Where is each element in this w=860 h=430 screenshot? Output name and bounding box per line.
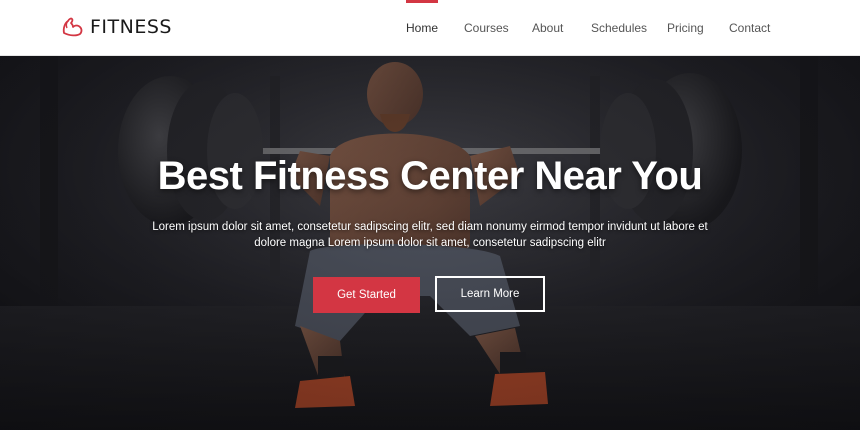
learn-more-button[interactable]: Learn More <box>435 276 545 312</box>
nav-item-contact[interactable]: Contact <box>729 0 770 56</box>
nav-item-courses[interactable]: Courses <box>464 0 509 56</box>
get-started-button[interactable]: Get Started <box>313 277 420 313</box>
hero-title: Best Fitness Center Near You <box>157 154 703 198</box>
hero-content: Best Fitness Center Near You Lorem ipsum… <box>0 56 860 430</box>
hero-section: Best Fitness Center Near You Lorem ipsum… <box>0 56 860 430</box>
brand-name: FITNESS <box>90 16 172 38</box>
nav-item-pricing[interactable]: Pricing <box>667 0 704 56</box>
nav-item-about[interactable]: About <box>532 0 563 56</box>
hero-subtitle: Lorem ipsum dolor sit amet, consetetur s… <box>152 221 708 249</box>
flexed-arm-icon <box>60 14 86 40</box>
nav-item-home[interactable]: Home <box>406 0 439 56</box>
brand-logo-link[interactable]: FITNESS <box>60 14 172 40</box>
nav-item-schedules[interactable]: Schedules <box>591 0 647 56</box>
navbar: FITNESS Home Courses About Schedules Pri… <box>0 0 860 56</box>
